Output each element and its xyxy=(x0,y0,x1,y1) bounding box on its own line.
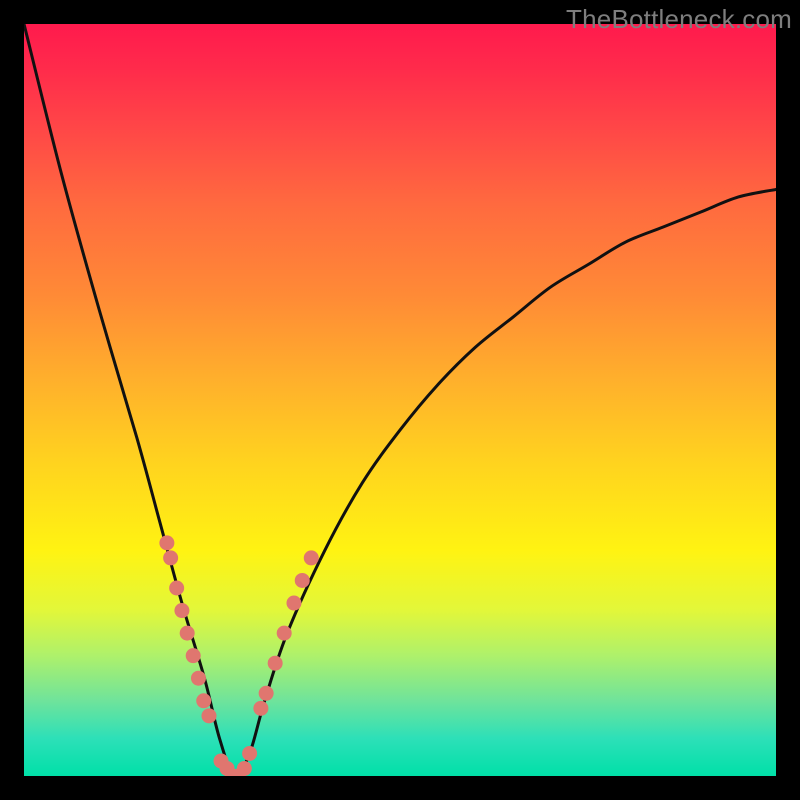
watermark-text: TheBottleneck.com xyxy=(566,4,792,35)
marker-dot xyxy=(295,573,310,588)
marker-dot xyxy=(242,746,257,761)
marker-dot xyxy=(259,686,274,701)
marker-dot xyxy=(304,550,319,565)
marker-dots xyxy=(159,535,318,776)
marker-dot xyxy=(201,708,216,723)
marker-dot xyxy=(196,693,211,708)
marker-dot xyxy=(159,535,174,550)
marker-dot xyxy=(169,581,184,596)
marker-dot xyxy=(253,701,268,716)
marker-dot xyxy=(277,626,292,641)
marker-dot xyxy=(186,648,201,663)
chart-svg xyxy=(24,24,776,776)
marker-dot xyxy=(180,626,195,641)
marker-dot xyxy=(214,753,229,768)
marker-dot xyxy=(174,603,189,618)
marker-dot xyxy=(220,761,235,776)
marker-dot xyxy=(286,596,301,611)
marker-dot xyxy=(225,769,240,777)
plot-area xyxy=(24,24,776,776)
bottleneck-curve xyxy=(24,24,776,776)
marker-dot xyxy=(191,671,206,686)
chart-frame: TheBottleneck.com xyxy=(0,0,800,800)
marker-dot xyxy=(237,761,252,776)
marker-dot xyxy=(268,656,283,671)
marker-dot xyxy=(231,769,246,777)
marker-dot xyxy=(163,550,178,565)
